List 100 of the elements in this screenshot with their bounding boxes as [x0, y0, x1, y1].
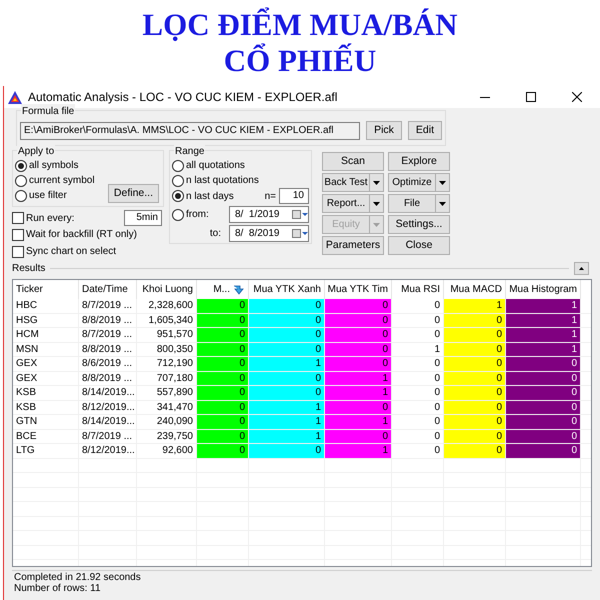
table-cell: BCE: [13, 430, 79, 443]
table-cell: KSB: [13, 400, 79, 414]
column-header[interactable]: M...: [213, 282, 230, 297]
radio-button[interactable]: [15, 174, 27, 186]
results-label: Results: [12, 262, 46, 276]
dropdown-button[interactable]: [370, 194, 384, 213]
n-label: n=: [264, 190, 276, 204]
table-cell: 0: [325, 400, 392, 414]
table-cell: 0: [444, 372, 506, 385]
group-label: Range: [174, 144, 206, 159]
column-header[interactable]: Khoi Luong: [142, 282, 193, 297]
table-cell: 0: [197, 342, 249, 356]
dropdown-button[interactable]: [436, 173, 450, 192]
column-header[interactable]: Date/Time: [82, 282, 128, 297]
table-cell: 1: [325, 444, 392, 458]
date-field[interactable]: 8/ 8/2019: [229, 225, 309, 242]
define-button[interactable]: Define...: [108, 184, 159, 203]
run-interval-field[interactable]: 5min: [124, 210, 162, 226]
collapse-button[interactable]: [574, 262, 589, 275]
action-button[interactable]: File: [388, 194, 436, 213]
table-cell: 8/14/2019...: [79, 415, 137, 428]
table-cell: 0: [249, 386, 325, 400]
dropdown-button[interactable]: [370, 173, 384, 192]
close-icon: [572, 92, 582, 102]
column-header[interactable]: Mua YTK Tim: [328, 282, 388, 297]
table-cell: 0: [249, 314, 325, 327]
checkbox-label: Sync chart on select: [26, 245, 116, 259]
table-cell: 0: [444, 386, 506, 400]
action-button[interactable]: Close: [388, 236, 450, 255]
table-cell: 1: [506, 342, 581, 356]
table-cell: 1: [249, 430, 325, 443]
column-header[interactable]: Mua MACD: [450, 282, 502, 297]
column-header[interactable]: Mua Histogram: [509, 282, 577, 297]
table-cell: 1: [506, 299, 581, 312]
action-button[interactable]: Optimize: [388, 173, 436, 192]
column-header[interactable]: Mua YTK Xanh: [253, 282, 321, 297]
radio-button[interactable]: [15, 190, 27, 202]
action-button[interactable]: Back Test: [322, 173, 370, 192]
radio-label: all quotations: [186, 159, 245, 173]
table-cell: MSN: [13, 342, 79, 356]
table-cell: 0: [197, 372, 249, 385]
table-cell: 8/12/2019...: [79, 444, 137, 458]
column-header[interactable]: Mua RSI: [401, 282, 440, 297]
maximize-icon: [526, 92, 536, 102]
table-cell: GEX: [13, 372, 79, 385]
action-button[interactable]: Settings...: [388, 215, 450, 234]
caret-icon: [373, 202, 380, 206]
table-cell: GTN: [13, 415, 79, 428]
table-cell: 0: [197, 430, 249, 443]
action-button[interactable]: Report...: [322, 194, 370, 213]
n-field[interactable]: 10: [279, 188, 309, 204]
radio-button[interactable]: [172, 160, 184, 172]
table-cell: 0: [197, 328, 249, 342]
table-cell: 1: [249, 415, 325, 428]
table-cell: LTG: [13, 444, 79, 458]
action-button[interactable]: Parameters: [322, 236, 384, 255]
checkbox[interactable]: [12, 212, 24, 224]
group-label: Apply to: [17, 144, 56, 159]
table-cell: 8/12/2019...: [79, 400, 137, 414]
table-cell: 0: [325, 430, 392, 443]
table-cell: 0: [197, 314, 249, 327]
app-logo-icon: [8, 90, 22, 104]
table-cell: HCM: [13, 328, 79, 342]
table-cell: 8/8/2019 ...: [79, 372, 137, 385]
table-cell: 0: [249, 299, 325, 312]
calendar-icon: [292, 210, 308, 219]
table-cell: 8/8/2019 ...: [79, 314, 137, 327]
checkbox[interactable]: [12, 246, 24, 258]
radio-button[interactable]: [15, 160, 27, 172]
table-cell: 0: [444, 430, 506, 443]
radio-label: from:: [186, 208, 209, 222]
table-cell: 8/7/2019 ...: [79, 299, 137, 312]
table-cell: 1: [325, 372, 392, 385]
checkbox-label: Run every:: [26, 212, 74, 226]
checkbox-label: Wait for backfill (RT only): [26, 228, 137, 242]
table-cell: 0: [249, 328, 325, 342]
table-cell: 0: [325, 328, 392, 342]
checkbox[interactable]: [12, 228, 24, 240]
table-cell: 8/6/2019 ...: [79, 357, 137, 370]
dropdown-button[interactable]: [436, 194, 450, 213]
column-header[interactable]: Ticker: [16, 282, 43, 297]
table-cell: GEX: [13, 357, 79, 370]
table-cell: 0: [506, 386, 581, 400]
browse-button[interactable]: Pick: [366, 121, 402, 140]
date-field[interactable]: 8/ 1/2019: [229, 206, 309, 223]
table-cell: 0: [197, 444, 249, 458]
action-button[interactable]: Explore: [388, 152, 450, 171]
table-cell: HSG: [13, 314, 79, 327]
edit-button[interactable]: Edit: [408, 121, 442, 140]
calendar-icon: [292, 229, 308, 238]
radio-button[interactable]: [172, 174, 184, 186]
table-cell: 0: [444, 328, 506, 342]
table-cell: 0: [325, 314, 392, 327]
radio-button[interactable]: [172, 190, 184, 202]
action-button[interactable]: Scan: [322, 152, 384, 171]
radio-button[interactable]: [172, 208, 184, 220]
formula-path-field[interactable]: E:\AmiBroker\Formulas\A. MMS\LOC - VO CUC KIEM - EXPLOER.afl: [20, 122, 360, 140]
table-cell: 0: [325, 299, 392, 312]
table-cell: 1: [249, 400, 325, 414]
table-cell: 0: [325, 342, 392, 356]
